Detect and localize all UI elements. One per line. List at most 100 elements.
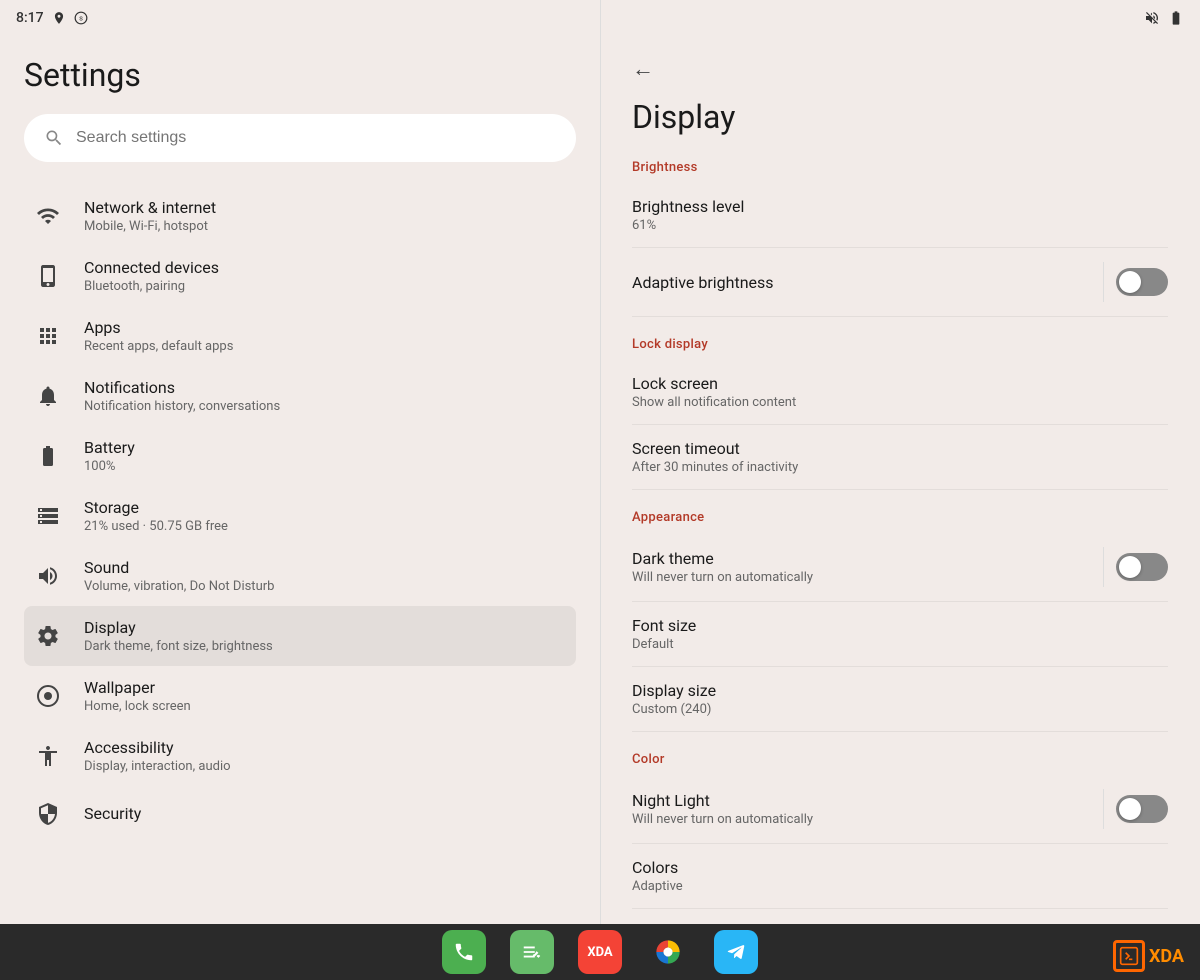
night-light-toggle-container xyxy=(1103,789,1168,829)
storage-text: Storage 21% used · 50.75 GB free xyxy=(84,498,228,534)
night-light-subtitle: Will never turn on automatically xyxy=(632,812,813,827)
back-button[interactable]: ← xyxy=(632,56,654,82)
dark-theme-item[interactable]: Dark theme Will never turn on automatica… xyxy=(632,533,1168,602)
sidebar-item-connected[interactable]: Connected devices Bluetooth, pairing xyxy=(24,246,576,306)
data-saver-icon: S xyxy=(74,11,88,25)
adaptive-brightness-toggle[interactable] xyxy=(1116,268,1168,296)
accessibility-text: Accessibility Display, interaction, audi… xyxy=(84,738,231,774)
search-input[interactable] xyxy=(76,129,556,147)
notifications-subtitle: Notification history, conversations xyxy=(84,399,280,414)
wallpaper-title: Wallpaper xyxy=(84,678,191,697)
sound-subtitle: Volume, vibration, Do Not Disturb xyxy=(84,579,274,594)
search-icon xyxy=(44,128,64,148)
chrome-app-button[interactable] xyxy=(646,930,690,974)
brightness-section-header: Brightness xyxy=(632,160,1168,175)
search-box[interactable] xyxy=(24,114,576,162)
sidebar-item-security[interactable]: Security xyxy=(24,786,576,842)
font-size-item[interactable]: Font size Default xyxy=(632,602,1168,667)
wallpaper-icon xyxy=(32,680,64,712)
wallpaper-text: Wallpaper Home, lock screen xyxy=(84,678,191,714)
display-size-item[interactable]: Display size Custom (240) xyxy=(632,667,1168,732)
xda-app-button[interactable]: XDA xyxy=(578,930,622,974)
time-display: 8:17 xyxy=(16,10,44,26)
connected-icon xyxy=(32,260,64,292)
apps-title: Apps xyxy=(84,318,233,337)
connected-text: Connected devices Bluetooth, pairing xyxy=(84,258,219,294)
lock-screen-subtitle: Show all notification content xyxy=(632,395,796,410)
security-title: Security xyxy=(84,804,141,823)
accessibility-subtitle: Display, interaction, audio xyxy=(84,759,231,774)
battery-icon xyxy=(1168,10,1184,26)
apps-icon xyxy=(32,320,64,352)
font-size-subtitle: Default xyxy=(632,637,696,652)
network-text: Network & internet Mobile, Wi-Fi, hotspo… xyxy=(84,198,216,234)
colors-title: Colors xyxy=(632,858,683,877)
connected-title: Connected devices xyxy=(84,258,219,277)
screen-timeout-title: Screen timeout xyxy=(632,439,798,458)
screen-timeout-subtitle: After 30 minutes of inactivity xyxy=(632,460,798,475)
bell-icon xyxy=(32,380,64,412)
display-item-title: Display xyxy=(84,618,273,637)
apps-subtitle: Recent apps, default apps xyxy=(84,339,233,354)
sidebar-item-network[interactable]: Network & internet Mobile, Wi-Fi, hotspo… xyxy=(24,186,576,246)
svg-text:S: S xyxy=(79,16,83,22)
right-panel: ← Display Brightness Brightness level 61… xyxy=(600,36,1200,924)
battery-subtitle: 100% xyxy=(84,459,135,474)
font-size-title: Font size xyxy=(632,616,696,635)
mute-icon xyxy=(1144,10,1160,26)
battery-full-icon xyxy=(32,440,64,472)
display-icon xyxy=(32,620,64,652)
brightness-level-title: Brightness level xyxy=(632,197,744,216)
color-section-header: Color xyxy=(632,752,1168,767)
lock-screen-item[interactable]: Lock screen Show all notification conten… xyxy=(632,360,1168,425)
lock-display-section-header: Lock display xyxy=(632,337,1168,352)
status-left: 8:17 S xyxy=(16,10,88,26)
notes-app-button[interactable] xyxy=(510,930,554,974)
lock-screen-title: Lock screen xyxy=(632,374,796,393)
xda-logo: XDA xyxy=(1113,940,1184,972)
storage-title: Storage xyxy=(84,498,228,517)
telegram-app-button[interactable] xyxy=(714,930,758,974)
sidebar-item-battery[interactable]: Battery 100% xyxy=(24,426,576,486)
connected-subtitle: Bluetooth, pairing xyxy=(84,279,219,294)
screen-timeout-item[interactable]: Screen timeout After 30 minutes of inact… xyxy=(632,425,1168,490)
sidebar-item-apps[interactable]: Apps Recent apps, default apps xyxy=(24,306,576,366)
dark-theme-toggle[interactable] xyxy=(1116,553,1168,581)
colors-item[interactable]: Colors Adaptive xyxy=(632,844,1168,909)
adaptive-brightness-item[interactable]: Adaptive brightness xyxy=(632,248,1168,317)
sidebar-item-accessibility[interactable]: Accessibility Display, interaction, audi… xyxy=(24,726,576,786)
status-right xyxy=(1144,10,1184,26)
status-bar: 8:17 S xyxy=(0,0,1200,36)
left-panel: Settings Network & internet Mobile, Wi-F… xyxy=(0,36,600,924)
battery-title: Battery xyxy=(84,438,135,457)
network-subtitle: Mobile, Wi-Fi, hotspot xyxy=(84,219,216,234)
phone-app-button[interactable] xyxy=(442,930,486,974)
wifi-icon xyxy=(32,200,64,232)
accessibility-icon xyxy=(32,740,64,772)
sidebar-item-notifications[interactable]: Notifications Notification history, conv… xyxy=(24,366,576,426)
adaptive-brightness-title: Adaptive brightness xyxy=(632,273,774,292)
sidebar-item-sound[interactable]: Sound Volume, vibration, Do Not Disturb xyxy=(24,546,576,606)
night-light-item[interactable]: Night Light Will never turn on automatic… xyxy=(632,775,1168,844)
brightness-level-item[interactable]: Brightness level 61% xyxy=(632,183,1168,248)
sound-title: Sound xyxy=(84,558,274,577)
sound-text: Sound Volume, vibration, Do Not Disturb xyxy=(84,558,274,594)
display-size-title: Display size xyxy=(632,681,716,700)
location-icon xyxy=(52,11,66,25)
display-size-subtitle: Custom (240) xyxy=(632,702,716,717)
network-title: Network & internet xyxy=(84,198,216,217)
sidebar-item-display[interactable]: Display Dark theme, font size, brightnes… xyxy=(24,606,576,666)
storage-subtitle: 21% used · 50.75 GB free xyxy=(84,519,228,534)
sidebar-item-wallpaper[interactable]: Wallpaper Home, lock screen xyxy=(24,666,576,726)
wallpaper-subtitle: Home, lock screen xyxy=(84,699,191,714)
settings-list: Network & internet Mobile, Wi-Fi, hotspo… xyxy=(24,186,576,842)
dark-theme-subtitle: Will never turn on automatically xyxy=(632,570,813,585)
dark-theme-toggle-container xyxy=(1103,547,1168,587)
night-light-toggle[interactable] xyxy=(1116,795,1168,823)
sidebar-item-storage[interactable]: Storage 21% used · 50.75 GB free xyxy=(24,486,576,546)
bottom-bar: XDA XDA xyxy=(0,924,1200,980)
brightness-level-subtitle: 61% xyxy=(632,218,744,233)
accessibility-title: Accessibility xyxy=(84,738,231,757)
notifications-text: Notifications Notification history, conv… xyxy=(84,378,280,414)
display-page-title: Display xyxy=(632,98,1168,136)
